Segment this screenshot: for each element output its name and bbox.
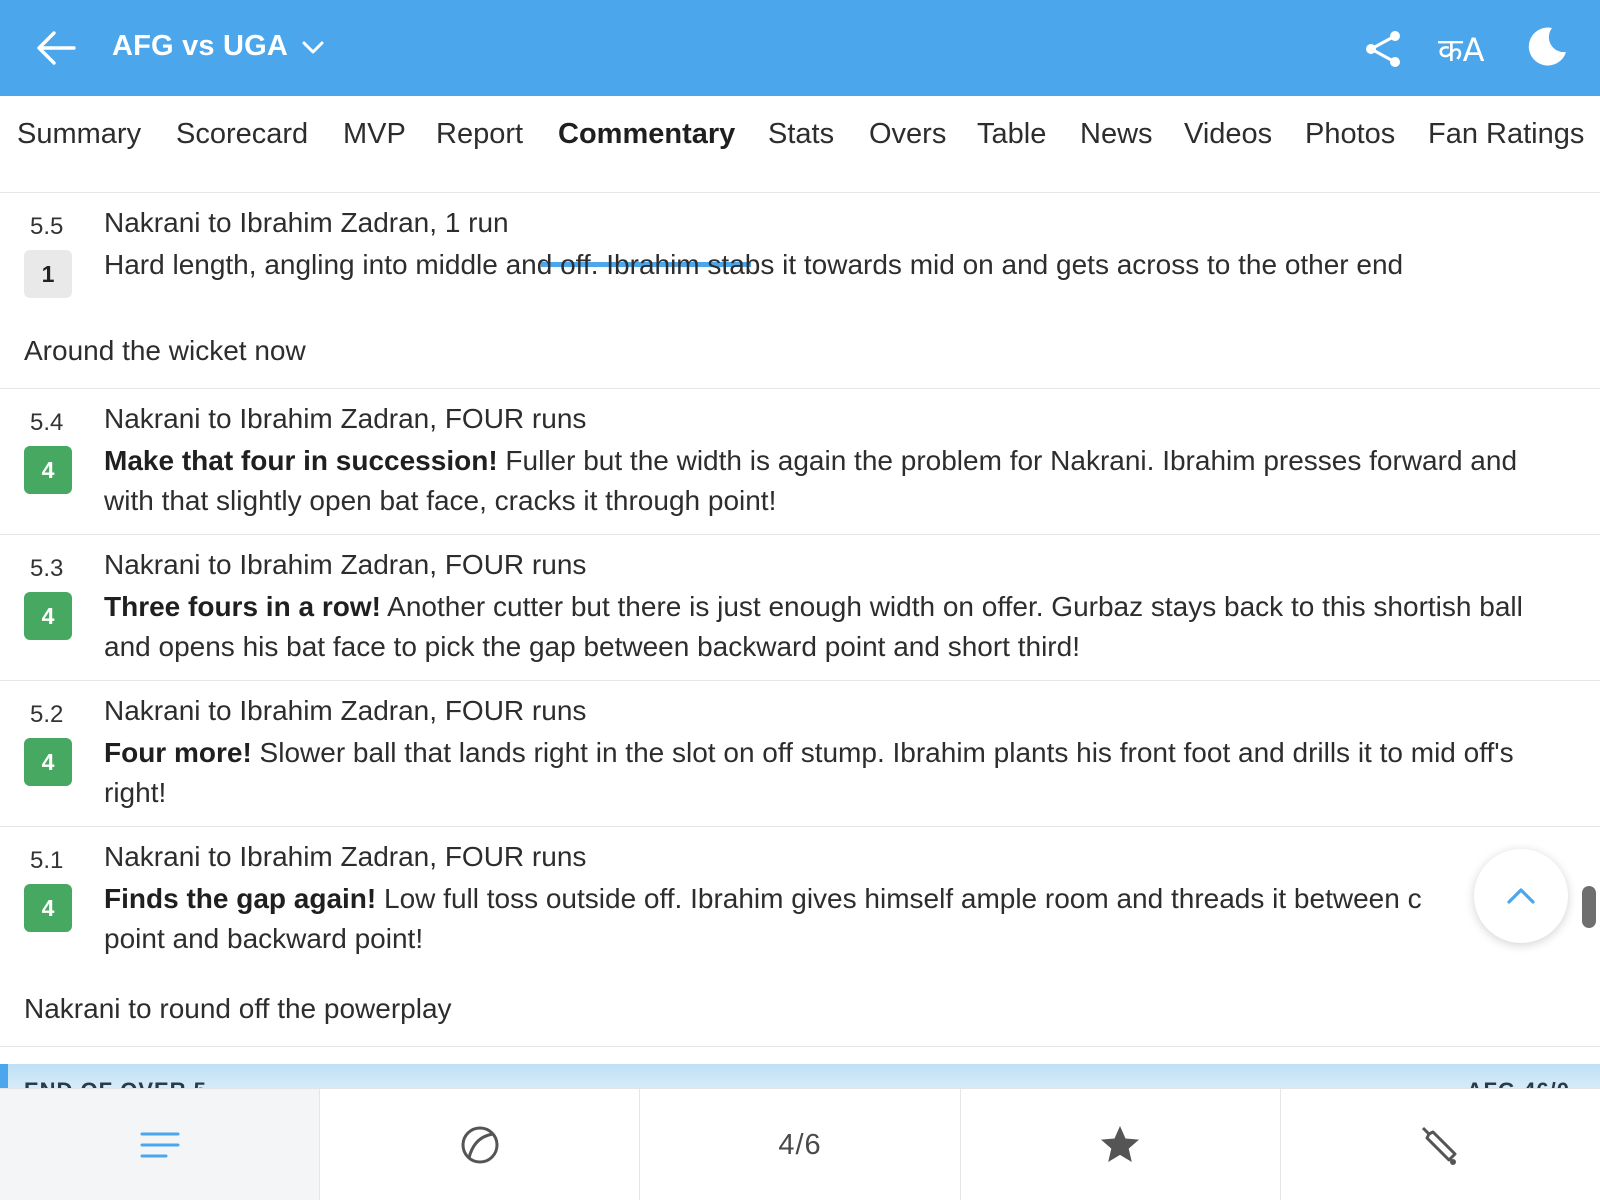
tab-summary[interactable]: Summary <box>17 118 141 151</box>
runs-badge: 4 <box>24 738 72 786</box>
ball-headline: Nakrani to Ibrahim Zadran, FOUR runs <box>104 403 587 434</box>
moon-icon[interactable] <box>1524 24 1568 68</box>
over-number: 5.1 <box>30 847 64 874</box>
over-number: 5.5 <box>30 213 64 240</box>
end-of-over-score: AFG 46/0 <box>1467 1078 1570 1088</box>
highlight-text: Three fours in a row! <box>104 591 381 622</box>
runs-badge: 4 <box>24 446 72 494</box>
scroll-to-top-button[interactable] <box>1474 849 1568 943</box>
commentary-item: 5.1 4 Nakrani to Ibrahim Zadran, FOUR ru… <box>0 827 1600 1047</box>
tab-table[interactable]: Table <box>977 118 1046 151</box>
ball-icon[interactable] <box>320 1089 641 1200</box>
chevron-down-icon <box>302 41 324 53</box>
ball-description-continued: point and backward point! <box>104 923 424 954</box>
tab-scorecard[interactable]: Scorecard <box>176 118 308 151</box>
over-number: 5.2 <box>30 701 64 728</box>
tab-commentary[interactable]: Commentary <box>558 118 735 151</box>
ball-description: Hard length, angling into middle and off… <box>104 249 1404 280</box>
ball-description: Finds the gap again! Low full toss outsi… <box>104 883 1422 914</box>
commentary-item: 5.2 4 Nakrani to Ibrahim Zadran, FOUR ru… <box>0 681 1600 827</box>
scrollbar-thumb[interactable] <box>1582 886 1596 928</box>
commentary-item: 5.3 4 Nakrani to Ibrahim Zadran, FOUR ru… <box>0 535 1600 681</box>
back-arrow-icon[interactable] <box>34 28 78 68</box>
language-icon[interactable]: कA <box>1438 28 1484 70</box>
share-icon[interactable] <box>1362 28 1404 70</box>
ball-headline: Nakrani to Ibrahim Zadran, FOUR runs <box>104 549 587 580</box>
tab-videos[interactable]: Videos <box>1184 118 1272 151</box>
end-of-over-banner: END OF OVER 5 AFG 46/0 <box>0 1064 1600 1088</box>
commentary-item: 5.5 1 Nakrani to Ibrahim Zadran, 1 run H… <box>0 193 1600 389</box>
highlight-text: Make that four in succession! <box>104 445 498 476</box>
tab-overs[interactable]: Overs <box>869 118 946 151</box>
over-number: 5.4 <box>30 409 64 436</box>
end-of-over-label: END OF OVER 5 <box>24 1078 207 1088</box>
highlight-text: Four more! <box>104 737 252 768</box>
runs-badge: 4 <box>24 884 72 932</box>
bottom-nav: 4/6 <box>0 1088 1600 1200</box>
tab-fan-ratings[interactable]: Fan Ratings <box>1428 118 1584 151</box>
runs-badge: 4 <box>24 592 72 640</box>
match-title: AFG vs UGA <box>112 30 289 62</box>
match-tabs: Summary Scorecard MVP Report Commentary … <box>0 96 1600 267</box>
tab-report[interactable]: Report <box>436 118 523 151</box>
ball-headline: Nakrani to Ibrahim Zadran, FOUR runs <box>104 841 587 872</box>
tab-stats[interactable]: Stats <box>768 118 834 151</box>
tab-photos[interactable]: Photos <box>1305 118 1395 151</box>
ball-description: Three fours in a row! Another cutter but… <box>104 591 1523 662</box>
over-number: 5.3 <box>30 555 64 582</box>
commentary-note: Nakrani to round off the powerplay <box>24 993 452 1024</box>
match-selector[interactable]: AFG vs UGA <box>112 30 324 63</box>
highlight-text: Finds the gap again! <box>104 883 377 914</box>
star-icon[interactable] <box>961 1089 1281 1200</box>
ball-description: Make that four in succession! Fuller but… <box>104 445 1518 516</box>
tab-news[interactable]: News <box>1080 118 1153 151</box>
page-indicator-text: 4/6 <box>778 1128 822 1161</box>
tab-mvp[interactable]: MVP <box>343 118 406 151</box>
chevron-up-icon <box>1507 888 1535 904</box>
ball-headline: Nakrani to Ibrahim Zadran, FOUR runs <box>104 695 587 726</box>
commentary-feed: 5.5 1 Nakrani to Ibrahim Zadran, 1 run H… <box>0 193 1600 1047</box>
page-indicator[interactable]: 4/6 <box>640 1089 961 1200</box>
ball-description: Four more! Slower ball that lands right … <box>104 737 1514 808</box>
ball-headline: Nakrani to Ibrahim Zadran, 1 run <box>104 207 509 238</box>
bat-icon[interactable] <box>1281 1089 1600 1200</box>
commentary-item: 5.4 4 Nakrani to Ibrahim Zadran, FOUR ru… <box>0 389 1600 535</box>
menu-icon[interactable] <box>0 1089 321 1200</box>
top-app-bar: AFG vs UGA कA <box>0 0 1600 96</box>
commentary-note: Around the wicket now <box>24 335 306 366</box>
runs-badge: 1 <box>24 250 72 298</box>
